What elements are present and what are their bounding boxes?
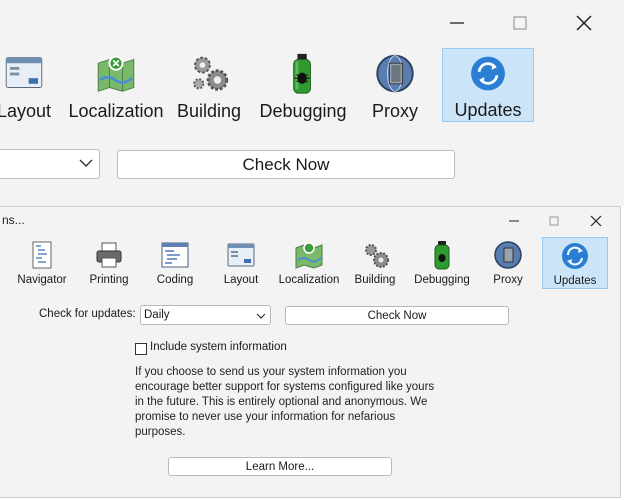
toolbar-item-updates[interactable]: Updates [442,48,534,122]
learn-more-button[interactable]: Learn More... [168,457,392,476]
toolbar-label: Proxy [493,274,523,286]
maximize-icon [513,16,527,30]
proxy-icon [376,54,414,93]
close-icon [590,215,602,227]
toolbar-item-navigator[interactable]: Navigator [12,237,72,289]
map-icon [295,242,323,269]
gears-icon [365,244,389,268]
maximize-icon [549,216,559,226]
toolbar-label: Printing [89,274,129,286]
close-button[interactable] [561,0,607,46]
include-system-info-label[interactable]: Include system information [150,341,287,353]
layout-icon [5,57,43,88]
toolbar-item-layout[interactable]: Layout [0,48,52,122]
options-dialog: ns... Navigator Printing Coding Layout L… [0,206,621,498]
toolbar-label: Debugging [414,274,470,286]
toolbar-item-coding[interactable]: Coding [148,237,202,289]
refresh-icon [471,56,505,91]
toolbar-item-localization[interactable]: Localization [68,48,164,122]
refresh-icon [562,243,588,269]
toolbar-label: Debugging [259,101,347,121]
title-bar [0,0,624,46]
toolbar-item-updates[interactable]: Updates [542,237,608,289]
toolbar-item-debugging[interactable]: Debugging [412,237,472,289]
check-now-button[interactable]: Check Now [117,150,455,179]
layout-icon [227,243,255,267]
close-icon [576,15,592,31]
toolbar-item-printing[interactable]: Printing [82,237,136,289]
toolbar-label: Updates [454,100,522,120]
check-for-updates-label: Check for updates: [39,308,136,320]
gears-icon [193,56,229,91]
maximize-button[interactable] [497,0,543,46]
toolbar-item-proxy[interactable]: Proxy [364,48,426,122]
update-frequency-select[interactable] [0,149,100,179]
toolbar-label: Building [176,101,242,121]
toolbar-label: Layout [223,274,259,286]
minimize-button[interactable] [494,207,534,235]
minimize-icon [450,22,464,24]
bug-spray-icon [434,241,450,270]
toolbar-label: Localization [278,274,340,286]
chevron-down-icon [256,313,266,319]
toolbar-item-proxy[interactable]: Proxy [484,237,532,289]
toolbar-label: Proxy [371,101,418,121]
update-frequency-select[interactable]: Daily [140,305,271,325]
toolbar-label: Navigator [17,274,67,286]
update-frequency-value: Daily [144,309,170,321]
privacy-info-text: If you choose to send us your system inf… [135,366,435,438]
toolbar-label: Building [354,274,396,286]
toolbar-label: Localization [68,101,164,121]
toolbar-item-layout[interactable]: Layout [216,237,266,289]
toolbar-label: Layout [0,101,52,121]
toolbar-label: Updates [553,275,597,287]
include-system-info-checkbox[interactable] [135,343,147,355]
bug-spray-icon [293,53,311,94]
dialog-title: ns... [2,213,25,227]
background-window: Layout Localization Building Debugging P… [0,0,624,206]
printer-icon [96,242,122,268]
proxy-icon [494,241,522,269]
close-button[interactable] [576,207,616,235]
toolbar-item-debugging[interactable]: Debugging [258,48,348,122]
minimize-icon [509,220,519,222]
toolbar-item-building[interactable]: Building [176,48,242,122]
maximize-button[interactable] [534,207,574,235]
map-icon [97,55,135,92]
minimize-button[interactable] [434,0,480,46]
navigator-icon [32,241,52,269]
code-icon [161,242,189,268]
toolbar-item-building[interactable]: Building [350,237,400,289]
toolbar-label: Coding [156,274,194,286]
check-now-button[interactable]: Check Now [285,306,509,325]
chevron-down-icon [79,159,93,167]
toolbar-item-localization[interactable]: Localization [276,237,342,289]
